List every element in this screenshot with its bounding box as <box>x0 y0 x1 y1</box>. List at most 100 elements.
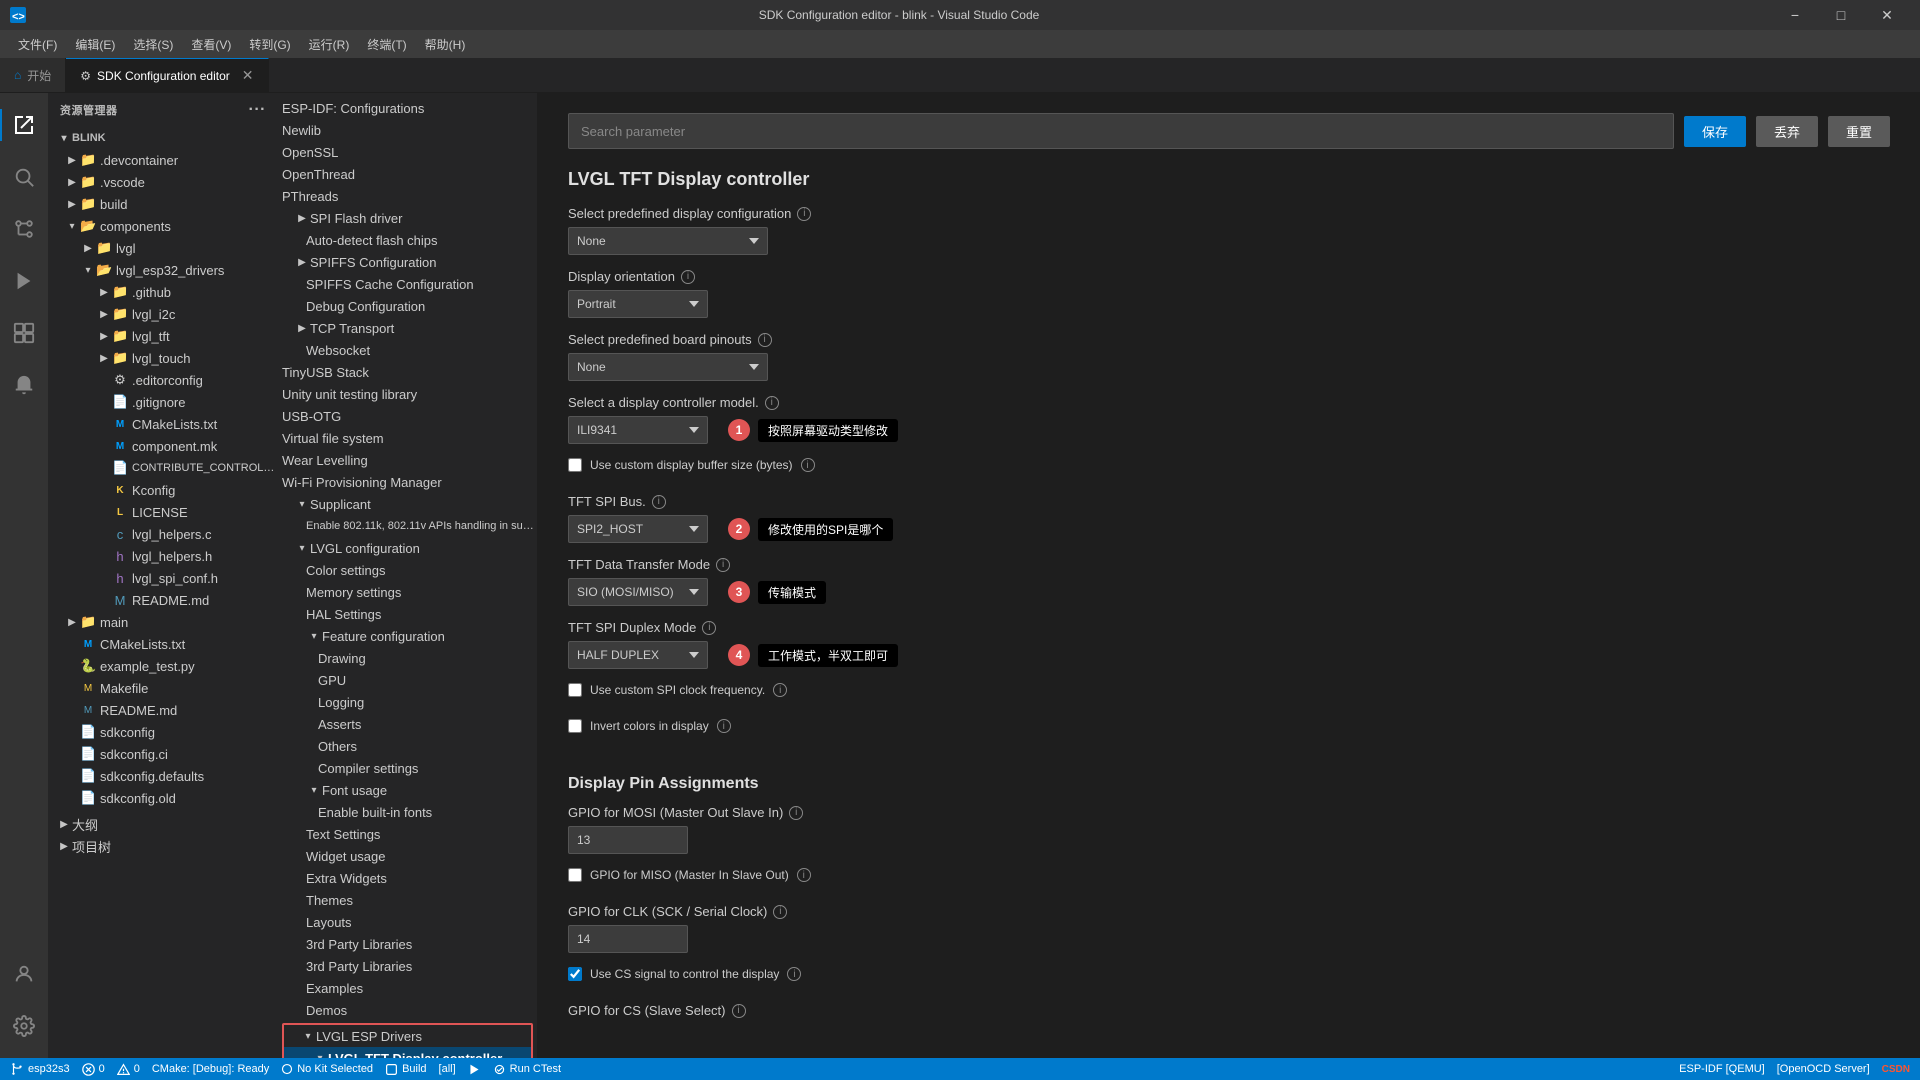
activity-source-control-icon[interactable] <box>0 205 48 253</box>
search-input[interactable] <box>568 113 1674 149</box>
tree-components[interactable]: ▾ 📂 components <box>48 215 278 237</box>
select-display-orientation[interactable]: Portrait Landscape <box>568 290 708 318</box>
menu-help[interactable]: 帮助(H) <box>417 34 474 55</box>
select-predefined-display[interactable]: None <box>568 227 768 255</box>
menu-select[interactable]: 选择(S) <box>125 34 181 55</box>
nav-hal-settings[interactable]: HAL Settings <box>278 603 537 625</box>
checkbox-use-cs[interactable] <box>568 967 582 981</box>
menu-terminal[interactable]: 终端(T) <box>359 34 414 55</box>
tree-kconfig[interactable]: K Kconfig <box>48 479 278 501</box>
sidebar-more-icon[interactable]: ··· <box>249 101 266 119</box>
status-no-kit[interactable]: No Kit Selected <box>281 1063 373 1075</box>
nav-spiffs-debug[interactable]: Debug Configuration <box>278 295 537 317</box>
input-gpio-mosi[interactable] <box>568 826 688 854</box>
nav-color-settings[interactable]: Color settings <box>278 559 537 581</box>
checkbox-invert-colors[interactable] <box>568 719 582 733</box>
nav-widget-usage[interactable]: Widget usage <box>278 845 537 867</box>
tree-readme[interactable]: M README.md <box>48 589 278 611</box>
nav-builtin-fonts[interactable]: Enable built-in fonts <box>278 801 537 823</box>
nav-80211k[interactable]: Enable 802.11k, 802.11v APIs handling in… <box>278 515 537 537</box>
tree-sdkconfig-ci[interactable]: 📄 sdkconfig.ci <box>48 743 278 765</box>
menu-goto[interactable]: 转到(G) <box>241 34 298 55</box>
nav-spiffs[interactable]: ▶ SPIFFS Configuration <box>278 251 537 273</box>
nav-spi-flash[interactable]: ▶ SPI Flash driver <box>278 207 537 229</box>
maximize-button[interactable]: □ <box>1818 0 1864 30</box>
nav-openthread[interactable]: OpenThread <box>278 163 537 185</box>
nav-wear-levelling[interactable]: Wear Levelling <box>278 449 537 471</box>
nav-others-2[interactable]: 3rd Party Libraries <box>278 955 537 977</box>
status-build[interactable]: Build <box>385 1063 426 1076</box>
tree-dabi[interactable]: ▶ 大纲 <box>48 813 278 835</box>
tab-start[interactable]: ⌂ 开始 <box>0 58 66 92</box>
nav-drawing[interactable]: Drawing <box>278 647 537 669</box>
tree-makefile[interactable]: M Makefile <box>48 677 278 699</box>
nav-font-usage[interactable]: ▾ Font usage <box>278 779 537 801</box>
nav-lvgl-esp-drivers[interactable]: ▾ LVGL ESP Drivers <box>284 1025 531 1047</box>
tree-lvgl-helpers-h[interactable]: h lvgl_helpers.h <box>48 545 278 567</box>
info-icon-spi-clock[interactable]: i <box>773 683 787 697</box>
nav-tinyusb[interactable]: TinyUSB Stack <box>278 361 537 383</box>
nav-lvgl-config[interactable]: ▾ LVGL configuration <box>278 537 537 559</box>
nav-examples[interactable]: Examples <box>278 977 537 999</box>
select-predefined-board[interactable]: None <box>568 353 768 381</box>
status-all[interactable]: [all] <box>439 1063 456 1075</box>
select-tft-spi-duplex[interactable]: HALF DUPLEX FULL DUPLEX <box>568 641 708 669</box>
checkbox-gpio-miso[interactable] <box>568 868 582 882</box>
tree-timeline[interactable]: ▶ 项目树 <box>48 835 278 857</box>
checkbox-custom-spi-clock[interactable] <box>568 683 582 697</box>
info-icon-display-config[interactable]: i <box>797 207 811 221</box>
menu-view[interactable]: 查看(V) <box>183 34 239 55</box>
info-icon-board-pinouts[interactable]: i <box>758 333 772 347</box>
info-icon-spi-duplex[interactable]: i <box>702 621 716 635</box>
tree-sdkconfig[interactable]: 📄 sdkconfig <box>48 721 278 743</box>
save-button[interactable]: 保存 <box>1684 116 1746 147</box>
select-tft-data-transfer[interactable]: SIO (MOSI/MISO) DIO <box>568 578 708 606</box>
tree-github[interactable]: ▶ 📁 .github <box>48 281 278 303</box>
reset-button[interactable]: 重置 <box>1828 116 1890 147</box>
activity-run-icon[interactable] <box>0 257 48 305</box>
status-warnings[interactable]: 0 <box>117 1063 140 1076</box>
nav-demos[interactable]: Demos <box>278 999 537 1021</box>
status-errors[interactable]: 0 <box>82 1063 105 1076</box>
info-icon-custom-buffer[interactable]: i <box>801 458 815 472</box>
info-icon-gpio-miso[interactable]: i <box>797 868 811 882</box>
tree-gitignore[interactable]: 📄 .gitignore <box>48 391 278 413</box>
tree-vscode[interactable]: ▶ 📁 .vscode <box>48 171 278 193</box>
select-tft-spi-bus[interactable]: SPI2_HOST SPI3_HOST <box>568 515 708 543</box>
nav-newlib[interactable]: Newlib <box>278 119 537 141</box>
tree-lvgl-helpers-c[interactable]: c lvgl_helpers.c <box>48 523 278 545</box>
nav-usb-otg[interactable]: USB-OTG <box>278 405 537 427</box>
tree-readme-root[interactable]: M README.md <box>48 699 278 721</box>
nav-unity[interactable]: Unity unit testing library <box>278 383 537 405</box>
tree-cmakelists-root[interactable]: M CMakeLists.txt <box>48 633 278 655</box>
info-icon-use-cs[interactable]: i <box>787 967 801 981</box>
nav-logging[interactable]: Logging <box>278 691 537 713</box>
nav-text-settings[interactable]: Text Settings <box>278 823 537 845</box>
tree-lvgl-touch[interactable]: ▶ 📁 lvgl_touch <box>48 347 278 369</box>
tree-lvgl-esp32-drivers[interactable]: ▾ 📂 lvgl_esp32_drivers <box>48 259 278 281</box>
status-debug-play[interactable] <box>468 1063 481 1076</box>
nav-memory-settings[interactable]: Memory settings <box>278 581 537 603</box>
nav-compiler-settings[interactable]: Compiler settings <box>278 757 537 779</box>
checkbox-custom-buffer[interactable] <box>568 458 582 472</box>
nav-feature-config[interactable]: ▾ Feature configuration <box>278 625 537 647</box>
menu-file[interactable]: 文件(F) <box>10 34 65 55</box>
activity-explorer-icon[interactable] <box>0 101 48 149</box>
discard-button[interactable]: 丢弃 <box>1756 116 1818 147</box>
tree-lvgl-spi-conf[interactable]: h lvgl_spi_conf.h <box>48 567 278 589</box>
info-icon-invert-colors[interactable]: i <box>717 719 731 733</box>
nav-others-1[interactable]: Others <box>278 735 537 757</box>
info-icon-tft-spi-bus[interactable]: i <box>652 495 666 509</box>
nav-openssl[interactable]: OpenSSL <box>278 141 537 163</box>
nav-auto-detect-flash[interactable]: Auto-detect flash chips <box>278 229 537 251</box>
status-git-branch[interactable]: esp32s3 <box>10 1062 70 1076</box>
tree-sdkconfig-defaults[interactable]: 📄 sdkconfig.defaults <box>48 765 278 787</box>
activity-account-icon[interactable] <box>0 950 48 998</box>
tree-lvgl-i2c[interactable]: ▶ 📁 lvgl_i2c <box>48 303 278 325</box>
minimize-button[interactable]: − <box>1772 0 1818 30</box>
info-icon-controller-model[interactable]: i <box>765 396 779 410</box>
tree-devcontainer[interactable]: ▶ 📁 .devcontainer <box>48 149 278 171</box>
activity-settings-icon[interactable] <box>0 1002 48 1050</box>
nav-lvgl-tft-display[interactable]: ▾ LVGL TFT Display controller <box>284 1047 531 1058</box>
nav-themes[interactable]: Themes <box>278 889 537 911</box>
